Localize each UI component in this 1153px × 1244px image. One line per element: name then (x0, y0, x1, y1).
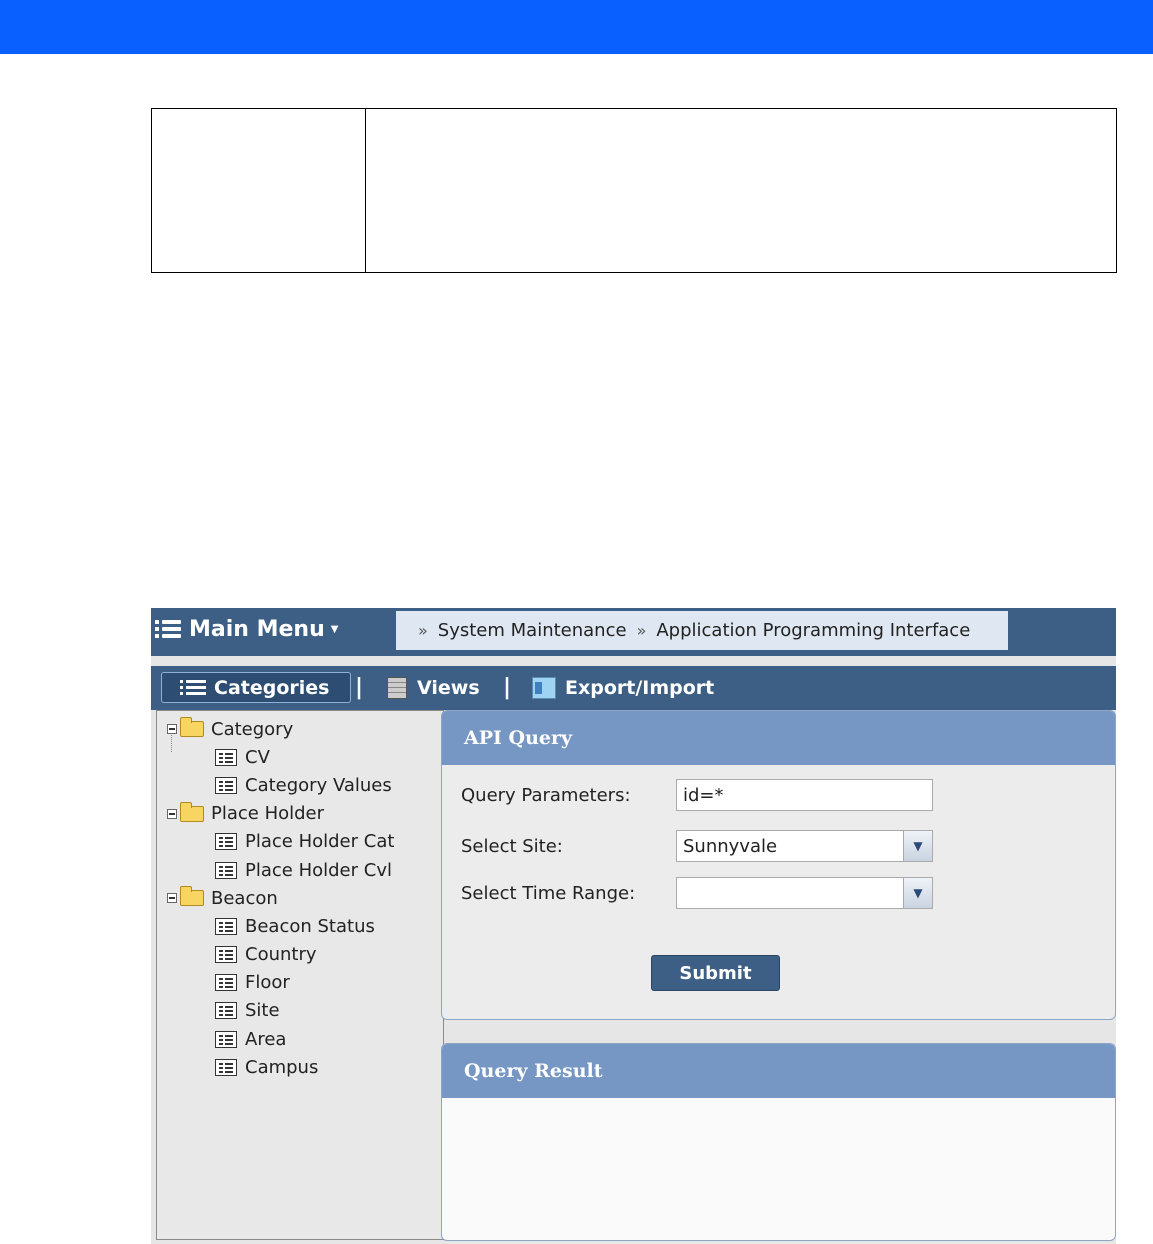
tree-item-label: Country (245, 944, 317, 966)
tree-item-label: Category Values (245, 774, 392, 796)
chevron-down-icon[interactable]: ▼ (903, 878, 932, 908)
tree-item-label: Beacon Status (245, 915, 375, 937)
tree-item-label: CV (245, 746, 270, 768)
categories-label: Categories (214, 676, 330, 699)
select-site-row: Select Site: Sunnyvale ▼ (461, 830, 933, 862)
main-menu-label: Main Menu (189, 616, 325, 642)
breadcrumb: » System Maintenance » Application Progr… (396, 611, 1008, 650)
panel-title: Query Result (442, 1044, 1115, 1098)
query-parameters-input[interactable] (676, 779, 933, 811)
list-icon (180, 678, 206, 698)
category-tree-panel: Category CV Category Values Place Holder… (156, 710, 444, 1240)
table-cell-left (152, 109, 366, 272)
export-import-label: Export/Import (565, 676, 715, 699)
list-item-icon (215, 776, 237, 794)
category-tree: Category CV Category Values Place Holder… (167, 715, 394, 1081)
tree-item-place-holder-cat[interactable]: Place Holder Cat (167, 828, 394, 856)
tree-item-floor[interactable]: Floor (167, 969, 394, 997)
folder-icon (180, 717, 204, 738)
tree-folder-category[interactable]: Category (167, 715, 394, 743)
tree-item-label: Place Holder Cat (245, 831, 395, 853)
list-item-icon (215, 946, 237, 964)
collapse-icon[interactable] (167, 808, 177, 819)
list-item-icon (215, 748, 237, 766)
toolbar-separator: | (355, 675, 364, 700)
tree-item-beacon-status[interactable]: Beacon Status (167, 912, 394, 940)
list-item-icon (215, 1002, 237, 1020)
main-menu-button[interactable]: Main Menu ▼ (151, 608, 396, 650)
views-label: Views (417, 676, 480, 699)
caret-down-icon: ▼ (330, 623, 339, 635)
list-item-icon (215, 1058, 237, 1076)
breadcrumb-item-api[interactable]: Application Programming Interface (656, 620, 970, 641)
api-query-panel: API Query Query Parameters: Select Site:… (441, 710, 1116, 1020)
views-button[interactable]: Views (387, 672, 480, 703)
chevron-down-icon[interactable]: ▼ (903, 831, 932, 861)
tree-item-label: Campus (245, 1056, 319, 1078)
export-import-icon (532, 676, 556, 699)
toolbar-separator: | (503, 675, 512, 700)
tree-item-country[interactable]: Country (167, 941, 394, 969)
tree-folder-label: Category (211, 718, 294, 740)
list-item-icon (215, 974, 237, 992)
select-time-range-row: Select Time Range: ▼ (461, 877, 933, 909)
site-select[interactable]: Sunnyvale ▼ (676, 830, 933, 862)
collapse-icon[interactable] (167, 893, 177, 904)
list-item-icon (215, 861, 237, 879)
app-window: Main Menu ▼ » System Maintenance » Appli… (151, 608, 1116, 1244)
submit-button[interactable]: Submit (651, 955, 780, 991)
toolbar: Categories | Views | Export/Import (151, 666, 1116, 710)
folder-icon (180, 886, 204, 907)
time-range-select[interactable]: ▼ (676, 877, 933, 909)
tree-item-label: Site (245, 1000, 280, 1022)
categories-button[interactable]: Categories (161, 672, 351, 703)
tree-folder-place-holder[interactable]: Place Holder (167, 800, 394, 828)
collapse-icon[interactable] (167, 724, 177, 735)
top-banner (0, 0, 1153, 54)
tree-item-category-values[interactable]: Category Values (167, 771, 394, 799)
list-item-icon (215, 917, 237, 935)
export-import-button[interactable]: Export/Import (532, 672, 714, 703)
tree-item-place-holder-cvl[interactable]: Place Holder Cvl (167, 856, 394, 884)
double-chevron-icon: » (418, 621, 428, 640)
tree-folder-label: Beacon (211, 887, 278, 909)
table-cell-right (366, 109, 1116, 272)
panel-title: API Query (442, 711, 1115, 765)
tree-item-site[interactable]: Site (167, 997, 394, 1025)
tree-item-label: Area (245, 1028, 287, 1050)
views-icon (387, 676, 407, 699)
tree-item-cv[interactable]: CV (167, 743, 394, 771)
menu-bar: Main Menu ▼ » System Maintenance » Appli… (151, 608, 1116, 656)
breadcrumb-item-system-maintenance[interactable]: System Maintenance (438, 620, 627, 641)
document-table (151, 108, 1117, 273)
tree-item-label: Place Holder Cvl (245, 859, 392, 881)
query-parameters-label: Query Parameters: (461, 784, 631, 806)
tree-item-campus[interactable]: Campus (167, 1053, 394, 1081)
query-parameters-row: Query Parameters: (461, 779, 933, 811)
tree-folder-label: Place Holder (211, 803, 325, 825)
list-item-icon (215, 1030, 237, 1048)
list-menu-icon (155, 620, 181, 638)
double-chevron-icon: » (636, 621, 647, 640)
query-result-panel: Query Result (441, 1043, 1116, 1241)
tree-item-area[interactable]: Area (167, 1025, 394, 1053)
folder-icon (180, 801, 204, 822)
select-time-range-label: Select Time Range: (461, 882, 636, 904)
site-select-value: Sunnyvale (683, 835, 778, 857)
select-site-label: Select Site: (461, 835, 563, 857)
list-item-icon (215, 833, 237, 851)
tree-folder-beacon[interactable]: Beacon (167, 884, 394, 912)
tree-item-label: Floor (245, 972, 290, 994)
